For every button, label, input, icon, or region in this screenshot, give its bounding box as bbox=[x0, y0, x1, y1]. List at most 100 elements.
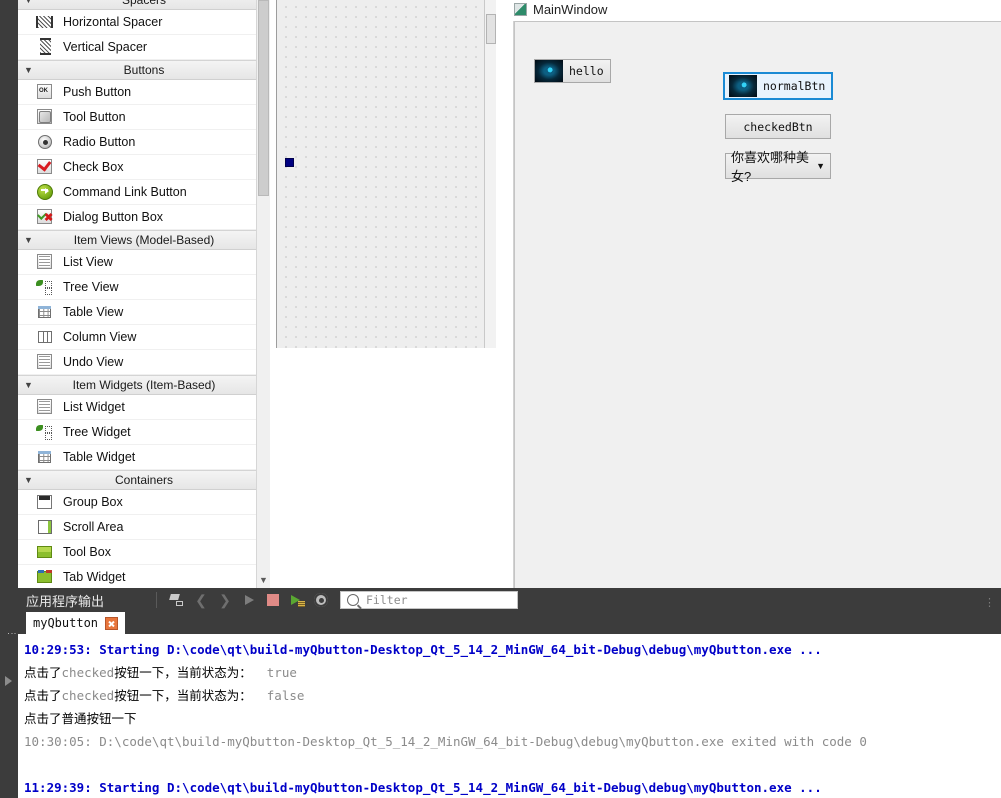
scroll-down-icon[interactable]: ▼ bbox=[257, 572, 270, 588]
widget-item-label: Tree Widget bbox=[63, 425, 131, 439]
dialog-button-box-icon: ✖ bbox=[36, 208, 54, 226]
stop-icon[interactable] bbox=[261, 589, 285, 611]
left-mode-rail bbox=[0, 0, 18, 588]
chevron-down-icon: ▼ bbox=[24, 65, 33, 75]
widget-item-label: Tool Box bbox=[63, 545, 111, 559]
console-output[interactable]: 10:29:53: Starting D:\code\qt\build-myQb… bbox=[18, 634, 1001, 798]
tree-view-icon bbox=[36, 278, 54, 296]
widget-item-label: Radio Button bbox=[63, 135, 136, 149]
normal-button[interactable]: normalBtn bbox=[723, 72, 833, 100]
command-link-button-icon bbox=[36, 183, 54, 201]
widget-item-label: Dialog Button Box bbox=[63, 210, 164, 224]
widget-item-scroll-area[interactable]: Scroll Area bbox=[18, 515, 270, 540]
widget-item-table-widget[interactable]: Table Widget bbox=[18, 445, 270, 470]
widget-box-section-spacers[interactable]: ▼ Spacers bbox=[18, 0, 270, 10]
widget-box-section-buttons[interactable]: ▼ Buttons bbox=[18, 60, 270, 80]
clear-icon[interactable] bbox=[165, 589, 189, 611]
output-left-rail: ⋮ bbox=[0, 588, 18, 798]
widget-item-tool-box[interactable]: Tool Box bbox=[18, 540, 270, 565]
console-keyword: checked bbox=[61, 688, 115, 703]
table-view-icon bbox=[36, 303, 54, 321]
widget-item-undo-view[interactable]: Undo View bbox=[18, 350, 270, 375]
widget-item-label: List Widget bbox=[63, 400, 125, 414]
close-icon[interactable] bbox=[105, 616, 119, 630]
checked-button[interactable]: checkedBtn bbox=[725, 114, 831, 139]
widget-item-tree-view[interactable]: Tree View bbox=[18, 275, 270, 300]
widget-item-label: Column View bbox=[63, 330, 137, 344]
section-label: Item Views (Model-Based) bbox=[73, 233, 215, 247]
hello-button[interactable]: hello bbox=[534, 59, 611, 83]
chevron-down-icon: ▼ bbox=[24, 0, 33, 5]
main-window-left-gutter bbox=[507, 21, 514, 588]
widget-item-list-view[interactable]: List View bbox=[18, 250, 270, 275]
widget-item-tab-widget[interactable]: Tab Widget bbox=[18, 565, 270, 588]
undo-view-icon bbox=[36, 353, 54, 371]
expand-arrow-icon[interactable] bbox=[5, 676, 12, 686]
output-tab-myqbutton[interactable]: myQbutton bbox=[26, 612, 126, 634]
console-line: 10:30:05: D:\code\qt\build-myQbutton-Des… bbox=[24, 734, 867, 749]
widget-item-dialog-button-box[interactable]: ✖ Dialog Button Box bbox=[18, 205, 270, 230]
radio-button-icon bbox=[36, 133, 54, 151]
widget-item-push-button[interactable]: OK Push Button bbox=[18, 80, 270, 105]
toolbar-separator bbox=[156, 592, 157, 608]
widget-item-command-link-button[interactable]: Command Link Button bbox=[18, 180, 270, 205]
run-debug-icon[interactable] bbox=[285, 589, 309, 611]
console-keyword: checked bbox=[61, 665, 115, 680]
console-value: true bbox=[251, 665, 297, 680]
widget-box-scrollbar[interactable]: ▼ bbox=[256, 0, 270, 588]
widget-item-tree-widget[interactable]: Tree Widget bbox=[18, 420, 270, 445]
run-icon[interactable] bbox=[237, 589, 261, 611]
list-widget-icon bbox=[36, 398, 54, 416]
main-window-body[interactable]: hello normalBtn checkedBtn 你喜欢哪种美女? ▼ bbox=[514, 21, 1001, 588]
combo-button[interactable]: 你喜欢哪种美女? ▼ bbox=[725, 150, 831, 184]
ide-top-region: ▼ Spacers Horizontal Spacer Vertical Spacer… bbox=[0, 0, 1001, 606]
main-window-preview[interactable]: MainWindow hello normalBtn checkedBtn 你喜… bbox=[507, 0, 1001, 588]
output-toolbar[interactable]: 应用程序输出 ❮ ❯ Filter ⋮ bbox=[18, 588, 1001, 612]
widget-item-vertical-spacer[interactable]: Vertical Spacer bbox=[18, 35, 270, 60]
widget-box-list[interactable]: ▼ Spacers Horizontal Spacer Vertical Spacer… bbox=[18, 0, 270, 588]
output-tabbar[interactable]: myQbutton bbox=[18, 612, 1001, 634]
toolbar-overflow-icon[interactable]: ⋮ bbox=[984, 596, 995, 609]
combo-button-label: 你喜欢哪种美女? bbox=[731, 150, 810, 184]
widget-box-panel[interactable]: ▼ Spacers Horizontal Spacer Vertical Spacer… bbox=[18, 0, 271, 588]
form-designer-panel[interactable]: ✕ 名称 使用 文本 Action Editor Signals Slots E… bbox=[270, 0, 777, 606]
widget-box-scroll-thumb[interactable] bbox=[258, 0, 269, 196]
widget-item-label: Tool Button bbox=[63, 110, 126, 124]
widget-item-list-widget[interactable]: List Widget bbox=[18, 395, 270, 420]
app-window-icon bbox=[514, 3, 527, 16]
filter-placeholder: Filter bbox=[366, 593, 408, 607]
widget-item-table-view[interactable]: Table View bbox=[18, 300, 270, 325]
check-box-icon bbox=[36, 157, 54, 176]
canvas-scrollbar[interactable] bbox=[484, 0, 496, 348]
widget-item-column-view[interactable]: Column View bbox=[18, 325, 270, 350]
console-value: false bbox=[251, 688, 305, 703]
canvas-selection-marker[interactable] bbox=[285, 158, 294, 167]
filter-input[interactable]: Filter bbox=[340, 591, 518, 609]
widget-item-horizontal-spacer[interactable]: Horizontal Spacer bbox=[18, 10, 270, 35]
main-window-title: MainWindow bbox=[533, 2, 608, 17]
widget-box-section-item-widgets-item-based[interactable]: ▼ Item Widgets (Item-Based) bbox=[18, 375, 270, 395]
scroll-area-icon bbox=[36, 518, 54, 536]
main-window-titlebar: MainWindow bbox=[507, 0, 1001, 19]
widget-box-section-item-views-model-based[interactable]: ▼ Item Views (Model-Based) bbox=[18, 230, 270, 250]
canvas-scroll-thumb[interactable] bbox=[486, 14, 496, 44]
widget-item-label: Undo View bbox=[63, 355, 124, 369]
widget-item-label: Command Link Button bbox=[63, 185, 187, 199]
widget-item-radio-button[interactable]: Radio Button bbox=[18, 130, 270, 155]
section-label: Item Widgets (Item-Based) bbox=[72, 378, 216, 392]
prev-icon[interactable]: ❮ bbox=[189, 589, 213, 611]
group-box-icon bbox=[36, 493, 54, 511]
widget-item-group-box[interactable]: Group Box bbox=[18, 490, 270, 515]
hello-button-label: hello bbox=[569, 64, 604, 78]
settings-gear-icon[interactable] bbox=[309, 589, 333, 611]
tab-widget-icon bbox=[36, 568, 54, 586]
widget-item-label: Scroll Area bbox=[63, 520, 124, 534]
form-canvas[interactable] bbox=[276, 0, 496, 348]
section-label: Buttons bbox=[123, 63, 165, 77]
widget-item-tool-button[interactable]: Tool Button bbox=[18, 105, 270, 130]
next-icon[interactable]: ❯ bbox=[213, 589, 237, 611]
widget-item-label: Horizontal Spacer bbox=[63, 15, 163, 29]
widget-item-check-box[interactable]: Check Box bbox=[18, 155, 270, 180]
widget-box-section-containers[interactable]: ▼ Containers bbox=[18, 470, 270, 490]
